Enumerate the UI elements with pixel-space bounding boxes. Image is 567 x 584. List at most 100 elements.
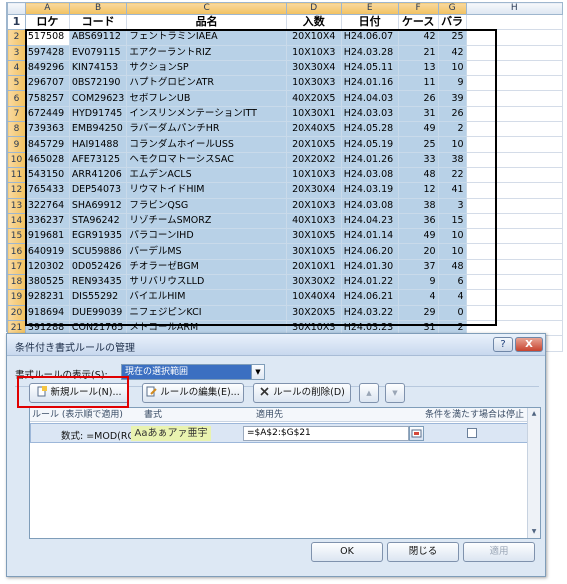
column-header[interactable]: C <box>126 2 287 15</box>
cell[interactable]: 36 <box>397 212 439 230</box>
cell[interactable]: 15 <box>437 212 467 230</box>
row-number[interactable]: 2 <box>7 29 26 46</box>
cell[interactable]: DUE99039 <box>68 304 128 321</box>
col-header-rule[interactable]: ルール (表示順で適用) <box>32 408 123 422</box>
cell[interactable]: ABS69112 <box>68 29 128 46</box>
column-title[interactable]: ケース <box>397 13 439 31</box>
row-number[interactable]: 4 <box>7 59 26 77</box>
cell[interactable]: H24.01.16 <box>340 75 399 92</box>
cell[interactable]: 845729 <box>24 136 70 153</box>
cell[interactable]: SCU59886 <box>68 243 128 260</box>
col-header-applies-to[interactable]: 適用先 <box>256 408 283 422</box>
cell[interactable]: 29 <box>397 304 439 321</box>
cell[interactable]: 3 <box>437 197 467 214</box>
cell[interactable]: H24.03.28 <box>340 44 399 61</box>
cell[interactable] <box>465 182 564 199</box>
cell[interactable]: フェントラミンIAEA <box>126 29 287 46</box>
cell[interactable] <box>465 258 564 276</box>
column-title[interactable]: 入数 <box>285 13 342 31</box>
cell[interactable]: H24.04.23 <box>340 212 399 230</box>
row-number[interactable]: 14 <box>7 212 26 230</box>
cell[interactable]: 10X10X3 <box>285 44 342 61</box>
cell[interactable]: 918694 <box>24 304 70 321</box>
cell[interactable]: 10 <box>437 136 467 153</box>
cell[interactable]: 37 <box>397 258 439 276</box>
cell[interactable]: ヘモクロマトーシスSAC <box>126 151 287 168</box>
row-number[interactable]: 18 <box>7 274 26 291</box>
cell[interactable] <box>465 289 564 306</box>
cell[interactable]: DEP54073 <box>68 182 128 199</box>
cell[interactable]: H24.05.19 <box>340 136 399 153</box>
row-number[interactable]: 13 <box>7 197 26 214</box>
cell[interactable]: H24.03.19 <box>340 182 399 199</box>
cell[interactable]: 20X30X4 <box>285 182 342 199</box>
cell[interactable]: 26 <box>397 90 439 107</box>
cell[interactable]: 765433 <box>24 182 70 199</box>
cell[interactable]: ハプトグロビンATR <box>126 75 287 92</box>
row-number[interactable]: 17 <box>7 258 26 276</box>
cell[interactable]: フラビンQSG <box>126 197 287 214</box>
cell[interactable]: パラコーンIHD <box>126 228 287 245</box>
cell[interactable]: 2 <box>437 121 467 138</box>
cell[interactable] <box>465 212 564 230</box>
cell[interactable]: 48 <box>397 166 439 184</box>
cell[interactable] <box>465 59 564 77</box>
row-number[interactable]: 8 <box>7 121 26 138</box>
row-number[interactable]: 19 <box>7 289 26 306</box>
cell[interactable]: エムデンACLS <box>126 166 287 184</box>
dialog-titlebar[interactable]: 条件付き書式ルールの管理 ? X <box>7 334 545 356</box>
cell[interactable]: EGR91935 <box>68 228 128 245</box>
cell[interactable]: 38 <box>397 197 439 214</box>
cell[interactable]: H24.06.21 <box>340 289 399 306</box>
cell[interactable]: 296707 <box>24 75 70 92</box>
cell[interactable] <box>465 151 564 168</box>
column-header[interactable]: E <box>340 2 399 15</box>
cell[interactable]: 40X10X3 <box>285 212 342 230</box>
stop-if-true-checkbox[interactable] <box>467 428 477 438</box>
range-select-icon[interactable] <box>409 426 424 441</box>
cell[interactable]: 10X30X1 <box>285 105 342 123</box>
cell[interactable]: 12 <box>397 182 439 199</box>
cell[interactable]: 49 <box>397 121 439 138</box>
cell[interactable]: H24.04.03 <box>340 90 399 107</box>
cell[interactable]: 42 <box>437 44 467 61</box>
row-number[interactable]: 16 <box>7 243 26 260</box>
cell[interactable]: H24.03.22 <box>340 304 399 321</box>
cell[interactable]: 20X10X5 <box>285 136 342 153</box>
cell[interactable]: 13 <box>397 59 439 77</box>
cell[interactable]: ラバーダムパンチHR <box>126 121 287 138</box>
cell[interactable]: 31 <box>397 105 439 123</box>
cell[interactable]: 10X30X3 <box>285 75 342 92</box>
spreadsheet[interactable]: A B C D E F G H 1 ロケ コード 品名 入数 日付 ケース バラ 2 517508 ABS69112… <box>6 2 564 352</box>
column-title[interactable]: コード <box>68 13 128 31</box>
cell[interactable]: 20 <box>397 243 439 260</box>
cell[interactable]: 20X10X1 <box>285 258 342 276</box>
cell[interactable]: H24.01.14 <box>340 228 399 245</box>
cell[interactable]: 0BS72190 <box>68 75 128 92</box>
cell[interactable]: DIS55292 <box>68 289 128 306</box>
row-number[interactable]: 12 <box>7 182 26 199</box>
cell[interactable]: インスリンメンテーションITT <box>126 105 287 123</box>
col-header-stop-if-true[interactable]: 条件を満たす場合は停止 <box>425 408 524 422</box>
rule-row[interactable]: 数式: =MOD(RO... Aaあぁアァ亜宇 =$A$2:$G$21 <box>30 423 528 443</box>
chevron-down-icon[interactable]: ▼ <box>251 365 264 379</box>
cell[interactable] <box>465 121 564 138</box>
cell[interactable]: 30X10X5 <box>285 228 342 245</box>
cell[interactable]: 4 <box>397 289 439 306</box>
cell[interactable]: H24.01.30 <box>340 258 399 276</box>
cell[interactable]: HAI91488 <box>68 136 128 153</box>
cell[interactable]: バイエルHIM <box>126 289 287 306</box>
cell[interactable]: ARR41206 <box>68 166 128 184</box>
cell[interactable] <box>465 75 564 92</box>
cell[interactable]: 928231 <box>24 289 70 306</box>
row-number[interactable]: 3 <box>7 44 26 61</box>
scroll-down-icon[interactable]: ▼ <box>528 526 540 538</box>
cell[interactable] <box>465 105 564 123</box>
column-header[interactable]: D <box>285 2 342 15</box>
column-header[interactable]: F <box>397 2 439 15</box>
cell[interactable]: 597428 <box>24 44 70 61</box>
cell[interactable]: 49 <box>397 228 439 245</box>
column-title[interactable]: ロケ <box>24 13 70 31</box>
ok-button[interactable]: OK <box>311 542 383 562</box>
cell[interactable]: 919681 <box>24 228 70 245</box>
